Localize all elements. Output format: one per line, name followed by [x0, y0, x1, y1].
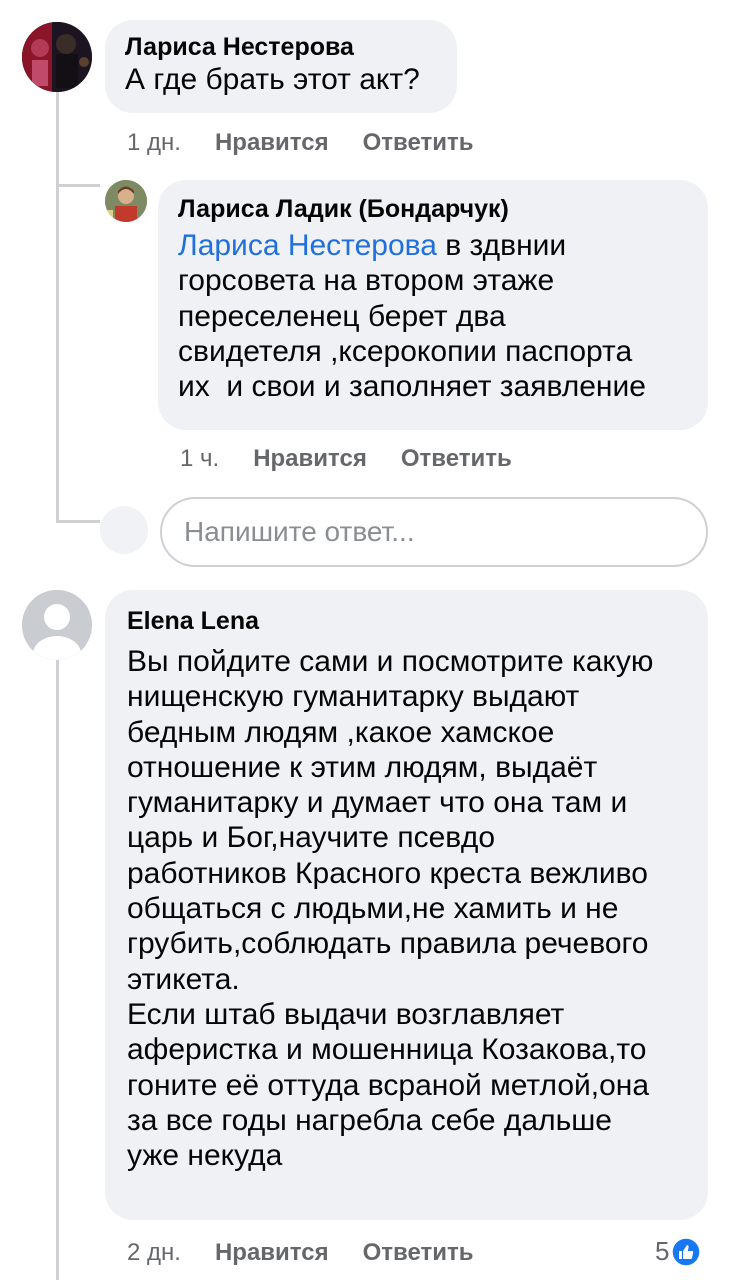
- comment-text-line: аферистка и мошенница Козакова,то: [127, 1033, 647, 1067]
- comment-text-line: горсовета на втором этаже: [178, 264, 555, 298]
- comment-time[interactable]: 1 дн.: [127, 129, 181, 157]
- avatar: [100, 506, 148, 554]
- thread-line: [56, 92, 59, 522]
- comment-text-line: Вы пойдите сами и посмотрите какую: [127, 645, 654, 678]
- comment-text-line: работников Красного креста вежливо: [127, 856, 648, 890]
- comment-text-line: гоните её оттуда всраной метлой,она: [127, 1068, 650, 1102]
- comment-text-line: отношение к этим людям, выдаёт: [127, 750, 598, 784]
- comment-time[interactable]: 1 ч.: [180, 445, 219, 473]
- comment-text-line: грубить,соблюдать правила речевого: [127, 927, 649, 961]
- reaction-count-value: 5: [655, 1236, 670, 1266]
- comment-text-line: в здвнии: [436, 229, 567, 262]
- comment-actions: 1 дн. Нравится Ответить: [127, 128, 474, 158]
- avatar[interactable]: [105, 180, 147, 222]
- thread-line: [56, 660, 59, 1280]
- comment-text: А где брать этот акт?: [125, 63, 420, 96]
- like-button[interactable]: Нравится: [253, 445, 367, 473]
- comment-text-line: общаться с людьми,не хамить и не: [127, 892, 619, 926]
- mention-link[interactable]: Лариса Нестерова: [178, 229, 437, 262]
- thread-branch: [56, 184, 100, 187]
- like-button[interactable]: Нравится: [215, 129, 329, 157]
- reply-button[interactable]: Ответить: [401, 445, 512, 473]
- like-button[interactable]: Нравится: [215, 1239, 329, 1267]
- reply-button[interactable]: Ответить: [363, 1239, 474, 1267]
- comment-author[interactable]: Лариса Нестерова: [125, 32, 437, 62]
- comment-author[interactable]: Лариса Ладик (Бондарчук): [178, 194, 688, 224]
- comment-text-line: Если штаб выдачи возглавляет: [127, 997, 565, 1031]
- avatar[interactable]: [22, 22, 92, 92]
- comment-bubble: Лариса Нестерова А где брать этот акт?: [105, 20, 457, 113]
- reply-bubble: Лариса Ладик (Бондарчук) Лариса Нестеров…: [158, 180, 708, 430]
- comment-text-line: гуманитарку и думает что она там и: [127, 786, 628, 820]
- comment-text-line: их и свои и заполняет заявление: [178, 370, 646, 404]
- avatar-placeholder[interactable]: [22, 590, 92, 660]
- comment-actions: 2 дн. Нравится Ответить: [127, 1238, 474, 1268]
- comment-actions: 1 ч. Нравится Ответить: [180, 444, 512, 474]
- reply-placeholder: Напишите ответ...: [184, 516, 415, 547]
- comment-time[interactable]: 2 дн.: [127, 1239, 181, 1267]
- reply-input[interactable]: Напишите ответ...: [160, 497, 708, 567]
- like-reaction-icon: [671, 1236, 702, 1267]
- comment-text-line: бедным людям ,какое хамское: [127, 715, 555, 749]
- comment-text-line: уже некуда: [127, 1139, 283, 1173]
- comment-text-line: нищенскую гуманитарку выдают: [127, 680, 580, 714]
- comment-text-line: за все годы нагребла себе дальше: [127, 1103, 612, 1137]
- comment-text: Лариса Нестерова в здвнии горсовета на в…: [178, 228, 688, 404]
- comment-text-line: этикета.: [127, 962, 240, 996]
- reaction-count[interactable]: 5: [655, 1236, 702, 1267]
- comment-author[interactable]: Elena Lena: [127, 606, 686, 636]
- reply-button[interactable]: Ответить: [363, 129, 474, 157]
- comment-text-line: свидетеля ,ксерокопии паспорта: [178, 334, 633, 368]
- comment-text-line: царь и Бог,научите псевдо: [127, 821, 496, 855]
- comment-text: Вы пойдите сами и посмотрите какую нищен…: [127, 644, 686, 1173]
- comment-text-line: переселенец берет два: [178, 299, 506, 333]
- comment-bubble: Elena Lena Вы пойдите сами и посмотрите …: [105, 590, 708, 1220]
- thread-branch: [56, 520, 100, 523]
